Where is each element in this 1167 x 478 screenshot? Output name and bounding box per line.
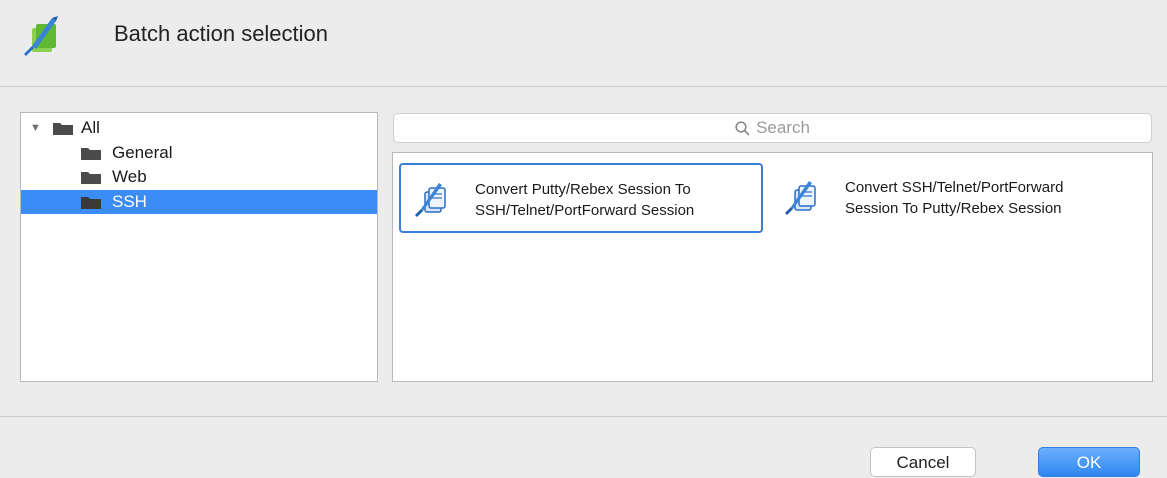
folder-icon bbox=[81, 172, 101, 184]
dialog-header: Batch action selection bbox=[0, 0, 1167, 86]
tree-item-label: General bbox=[112, 143, 173, 162]
tree-item-all[interactable]: ▼ All bbox=[21, 116, 377, 140]
search-icon bbox=[735, 120, 750, 136]
folder-icon bbox=[81, 197, 101, 209]
tree-item-general[interactable]: General bbox=[21, 141, 377, 165]
convert-session-icon bbox=[415, 183, 446, 217]
cancel-button[interactable]: Cancel bbox=[870, 447, 976, 477]
action-convert-ssh-to-putty[interactable]: Convert SSH/Telnet/PortForward Session T… bbox=[771, 163, 1141, 233]
disclosure-triangle-icon[interactable]: ▼ bbox=[30, 116, 41, 140]
tree-item-label: SSH bbox=[112, 192, 147, 211]
search-input[interactable]: Search bbox=[393, 113, 1152, 143]
tree-item-web[interactable]: Web bbox=[21, 165, 377, 189]
action-label: Convert Putty/Rebex Session To SSH/Telne… bbox=[475, 181, 695, 219]
ok-button[interactable]: OK bbox=[1038, 447, 1140, 477]
actions-panel: Convert Putty/Rebex Session To SSH/Telne… bbox=[392, 152, 1153, 382]
folder-icon bbox=[53, 123, 73, 135]
category-tree[interactable]: ▼ All General Web SSH bbox=[20, 112, 378, 382]
action-convert-putty-to-ssh[interactable]: Convert Putty/Rebex Session To SSH/Telne… bbox=[399, 163, 763, 233]
dialog-title: Batch action selection bbox=[114, 21, 329, 46]
tree-item-label: Web bbox=[112, 167, 147, 186]
batch-action-icon bbox=[24, 16, 58, 56]
footer-divider bbox=[0, 416, 1167, 417]
tree-item-ssh[interactable]: SSH bbox=[21, 190, 377, 214]
convert-session-icon bbox=[785, 181, 816, 215]
search-placeholder: Search bbox=[756, 118, 810, 137]
tree-item-label: All bbox=[81, 118, 100, 137]
action-label: Convert SSH/Telnet/PortForward Session T… bbox=[845, 179, 1064, 217]
folder-icon bbox=[81, 148, 101, 160]
header-divider bbox=[0, 86, 1167, 87]
